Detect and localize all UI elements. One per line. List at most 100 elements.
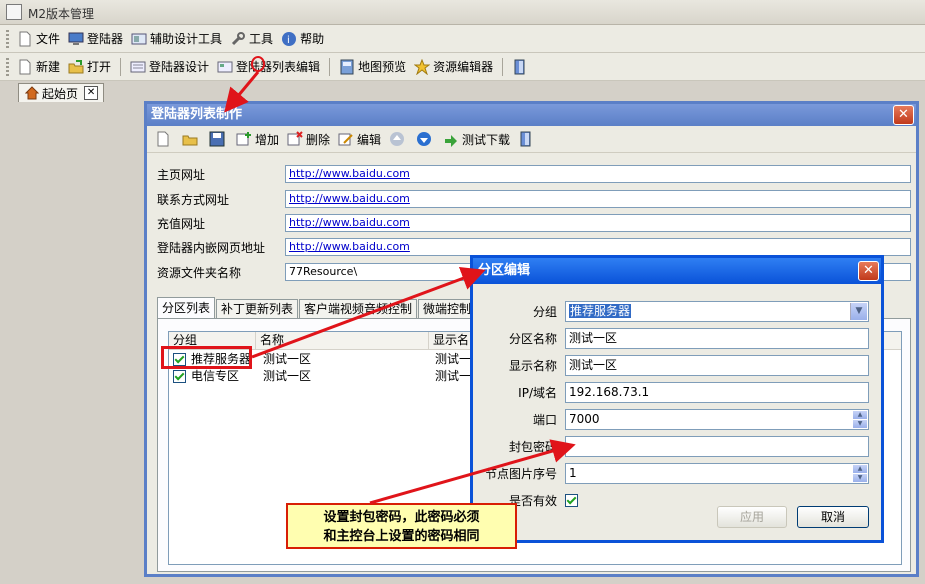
spin-up-icon[interactable]: ▲ bbox=[853, 464, 867, 473]
tab-client-av-control[interactable]: 客户端视频音频控制 bbox=[299, 299, 418, 318]
menu-design-tools[interactable]: 辅助设计工具 bbox=[127, 28, 226, 50]
tab-close-button[interactable]: ✕ bbox=[84, 86, 99, 100]
port-stepper[interactable]: 7000 ▲ ▼ bbox=[565, 408, 869, 430]
partition-name-row: 分区名称 测试一区 bbox=[473, 327, 869, 349]
chevron-down-icon[interactable]: ▼ bbox=[850, 302, 867, 320]
tab-patch-update-list[interactable]: 补丁更新列表 bbox=[216, 299, 299, 318]
port-spin-buttons[interactable]: ▲ ▼ bbox=[853, 410, 867, 428]
launcher-list-toolbar: 增加 删除 编辑 测试下载 bbox=[147, 126, 916, 153]
toolbar-launcher-list-edit[interactable]: 登陆器列表编辑 bbox=[213, 56, 324, 78]
display-name-field[interactable]: 测试一区 bbox=[565, 354, 869, 376]
menu-file[interactable]: 文件 bbox=[13, 28, 64, 50]
packet-password-label: 封包密码 bbox=[508, 439, 557, 454]
launcher-list-dialog-title-bar: 登陆器列表制作 ✕ bbox=[147, 104, 916, 126]
tab-start-page[interactable]: 起始页 ✕ bbox=[18, 83, 104, 102]
cancel-button[interactable]: 取消 bbox=[797, 506, 869, 528]
toolbar-grip bbox=[6, 57, 9, 76]
ip-field[interactable]: 192.168.73.1 bbox=[565, 381, 869, 403]
dialog-edit-button[interactable]: 编辑 bbox=[334, 128, 385, 150]
menu-launcher[interactable]: 登陆器 bbox=[64, 28, 127, 50]
tab-partition-list[interactable]: 分区列表 bbox=[157, 297, 216, 318]
menu-help[interactable]: i 帮助 bbox=[277, 28, 328, 50]
dialog-save-button[interactable] bbox=[205, 128, 232, 150]
node-image-stepper[interactable]: 1 ▲ ▼ bbox=[565, 462, 869, 484]
homepage-url-label: 主页网址 bbox=[157, 167, 206, 182]
group-label: 分组 bbox=[532, 304, 557, 319]
port-row: 端口 7000 ▲ ▼ bbox=[473, 408, 869, 430]
packet-password-row: 封包密码 bbox=[473, 435, 869, 457]
toolbar-open[interactable]: 打开 bbox=[64, 56, 115, 78]
ip-label: IP/域名 bbox=[518, 385, 557, 400]
spin-up-icon[interactable]: ▲ bbox=[853, 410, 867, 419]
contact-url-field[interactable]: http://www.baidu.com bbox=[285, 190, 911, 208]
main-toolbar: 新建 打开 登陆器设计 登陆器列表编辑 地图预览 资源编辑器 bbox=[0, 53, 925, 81]
partition-edit-dialog: 分区编辑 ✕ 分组 推荐服务器 ▼ 分区名称 测试一区 显示名称 测试一区 IP… bbox=[470, 255, 884, 543]
home-icon bbox=[24, 86, 40, 100]
partition-edit-dialog-close-button[interactable]: ✕ bbox=[858, 261, 879, 281]
spin-down-icon[interactable]: ▼ bbox=[853, 473, 867, 482]
dialog-delete-button[interactable]: 删除 bbox=[283, 128, 334, 150]
tab-micro-client-control[interactable]: 微端控制 bbox=[418, 299, 477, 318]
column-name[interactable]: 名称 bbox=[256, 332, 429, 349]
dialog-move-down-button[interactable] bbox=[412, 128, 439, 150]
apply-button[interactable]: 应用 bbox=[717, 506, 787, 528]
homepage-url-row: 主页网址 http://www.baidu.com bbox=[157, 164, 911, 184]
row-name-cell: 测试一区 bbox=[263, 352, 312, 366]
toolbar-new[interactable]: 新建 bbox=[13, 56, 64, 78]
list-edit-icon bbox=[217, 59, 233, 75]
display-name-row: 显示名称 测试一区 bbox=[473, 354, 869, 376]
partition-name-field[interactable]: 测试一区 bbox=[565, 327, 869, 349]
resource-folder-label: 资源文件夹名称 bbox=[157, 265, 242, 280]
embedded-page-url-row: 登陆器内嵌网页地址 http://www.baidu.com bbox=[157, 237, 911, 257]
save-icon bbox=[209, 131, 225, 147]
resource-icon bbox=[413, 58, 431, 75]
dialog-new-button[interactable] bbox=[151, 128, 178, 150]
group-select[interactable]: 推荐服务器 ▼ bbox=[565, 300, 869, 322]
homepage-url-field[interactable]: http://www.baidu.com bbox=[285, 165, 911, 183]
spin-down-icon[interactable]: ▼ bbox=[853, 419, 867, 428]
annotation-line-1: 设置封包密码，此密码必须 bbox=[323, 510, 480, 525]
port-label: 端口 bbox=[532, 412, 557, 427]
toolbar-exit[interactable] bbox=[508, 56, 535, 78]
partition-edit-dialog-title-bar: 分区编辑 ✕ bbox=[473, 258, 881, 284]
embedded-page-url-field[interactable]: http://www.baidu.com bbox=[285, 238, 911, 256]
dialog-add-button[interactable]: 增加 bbox=[232, 128, 283, 150]
toolbar-launcher-design[interactable]: 登陆器设计 bbox=[126, 56, 213, 78]
menu-grip bbox=[6, 29, 9, 48]
map-icon bbox=[339, 59, 355, 75]
exit-door-icon bbox=[518, 131, 534, 147]
svg-text:i: i bbox=[287, 35, 290, 46]
dialog-move-up-button[interactable] bbox=[385, 128, 412, 150]
toolbar-resource-editor[interactable]: 资源编辑器 bbox=[410, 56, 497, 78]
embedded-page-url-label: 登陆器内嵌网页地址 bbox=[157, 240, 266, 255]
new-file-icon bbox=[17, 59, 33, 75]
recharge-url-field[interactable]: http://www.baidu.com bbox=[285, 214, 911, 232]
row-name-cell: 测试一区 bbox=[263, 369, 312, 383]
toolbar-map-preview[interactable]: 地图预览 bbox=[335, 56, 410, 78]
app-title-bar: M2版本管理 bbox=[0, 0, 925, 25]
node-image-spin-buttons[interactable]: ▲ ▼ bbox=[853, 464, 867, 482]
annotation-callout: 设置封包密码，此密码必须 和主控台上设置的密码相同 bbox=[286, 503, 517, 549]
ip-row: IP/域名 192.168.73.1 bbox=[473, 381, 869, 403]
arrow-down-icon bbox=[416, 131, 432, 147]
enabled-checkbox[interactable] bbox=[565, 493, 578, 507]
app-title: M2版本管理 bbox=[28, 7, 94, 21]
display-name-label: 显示名称 bbox=[508, 358, 557, 373]
partition-name-label: 分区名称 bbox=[508, 331, 557, 346]
toolbar-separator bbox=[329, 57, 331, 76]
partition-edit-dialog-title: 分区编辑 bbox=[478, 263, 531, 278]
contact-url-row: 联系方式网址 http://www.baidu.com bbox=[157, 189, 911, 209]
row-enabled-checkbox[interactable] bbox=[173, 370, 186, 383]
app-icon bbox=[6, 4, 22, 20]
open-folder-icon bbox=[68, 59, 84, 75]
annotation-line-2: 和主控台上设置的密码相同 bbox=[323, 529, 480, 544]
toolbar-separator bbox=[502, 57, 504, 76]
test-download-icon bbox=[443, 131, 459, 147]
dialog-exit-button[interactable] bbox=[514, 128, 541, 150]
dialog-test-download-button[interactable]: 测试下载 bbox=[439, 128, 514, 150]
file-icon bbox=[17, 31, 33, 47]
dialog-open-button[interactable] bbox=[178, 128, 205, 150]
launcher-list-dialog-close-button[interactable]: ✕ bbox=[893, 105, 914, 125]
packet-password-field[interactable] bbox=[565, 435, 869, 457]
menu-tools[interactable]: 工具 bbox=[226, 28, 277, 50]
